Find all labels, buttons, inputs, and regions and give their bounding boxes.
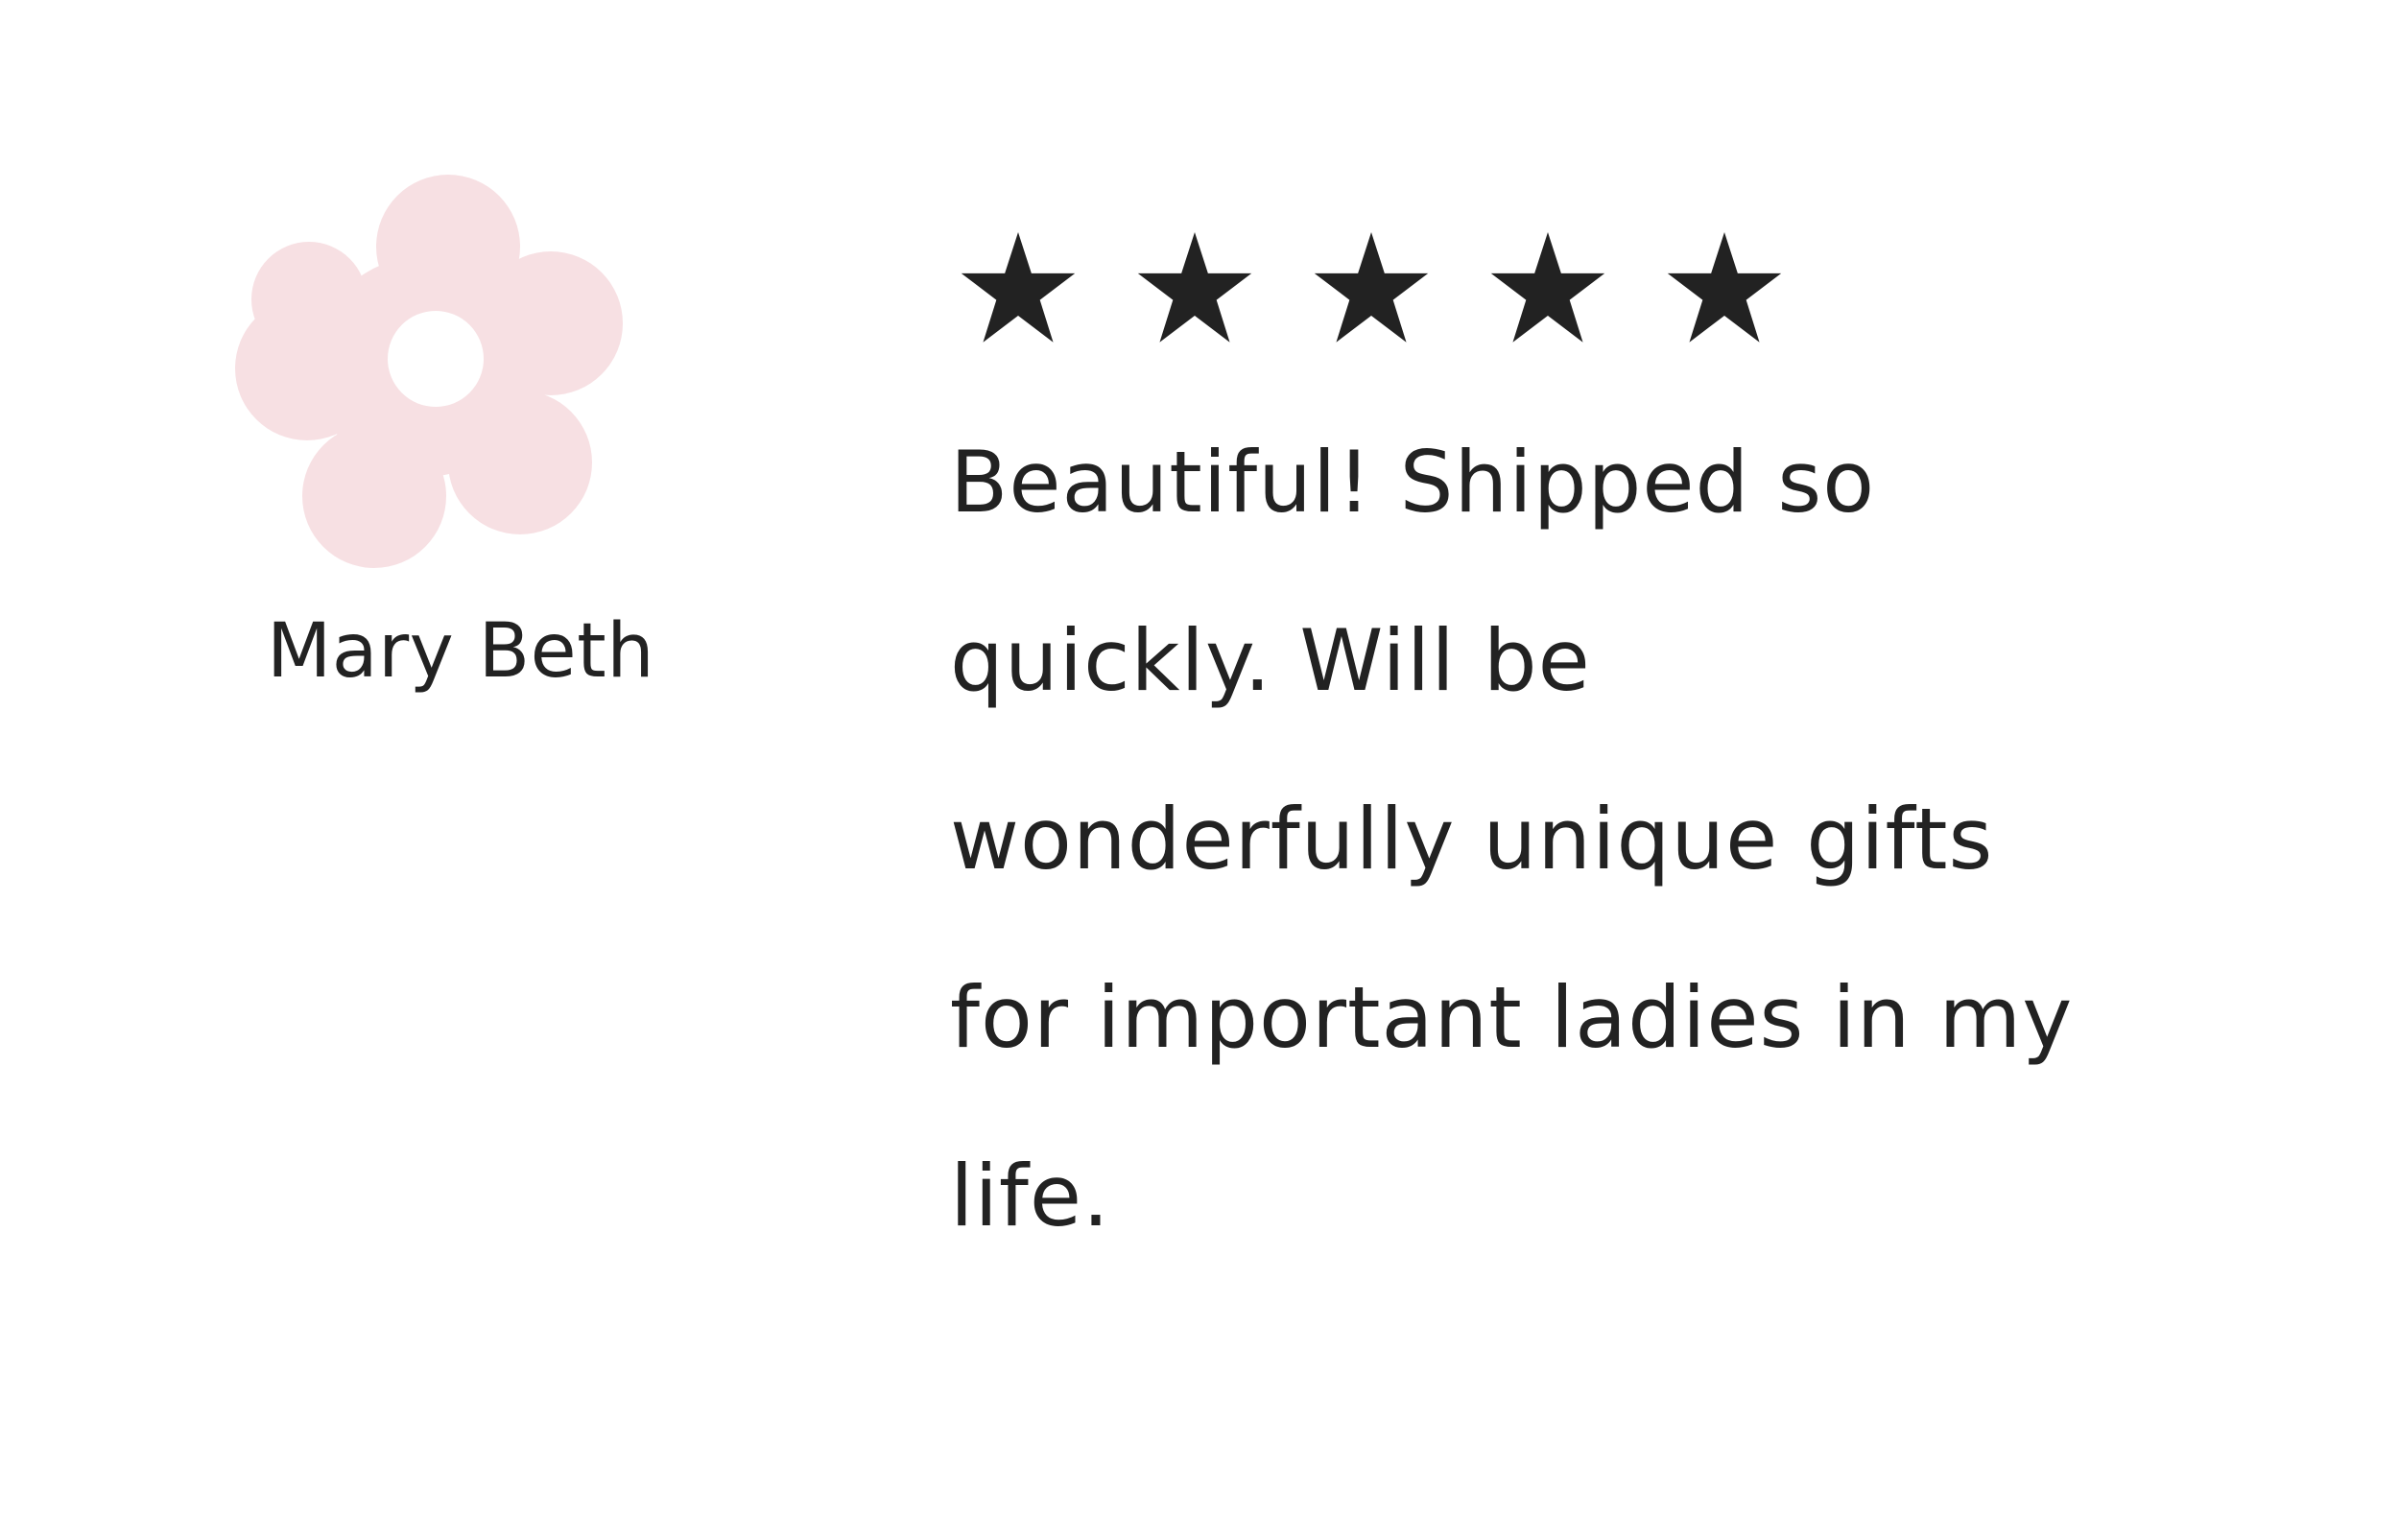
flower-icon	[235, 175, 623, 568]
review-text-line: life.	[950, 1147, 1110, 1245]
star-icon	[1664, 227, 1785, 348]
star-icon	[1134, 227, 1255, 348]
review-text-line: for important ladies in my	[950, 968, 2074, 1067]
review-text-line: Beautiful! Shipped so	[950, 433, 1876, 532]
star-rating	[958, 221, 2351, 355]
review-text-line: wonderfully unique gifts	[950, 790, 1994, 888]
reviewer-avatar	[213, 155, 635, 578]
review-text-line: quickly. Will be	[950, 611, 1591, 710]
reviewer-name[interactable]: Mary Beth	[267, 614, 654, 689]
star-icon	[958, 227, 1079, 348]
star-icon	[1311, 227, 1432, 348]
star-icon	[1487, 227, 1608, 348]
review-body: Beautiful! Shipped so quickly. Will be w…	[950, 221, 2351, 1286]
review-card: Mary Beth Beautiful! Shipped so quickly.…	[0, 0, 2399, 1540]
review-text: Beautiful! Shipped so quickly. Will be w…	[950, 393, 2351, 1286]
